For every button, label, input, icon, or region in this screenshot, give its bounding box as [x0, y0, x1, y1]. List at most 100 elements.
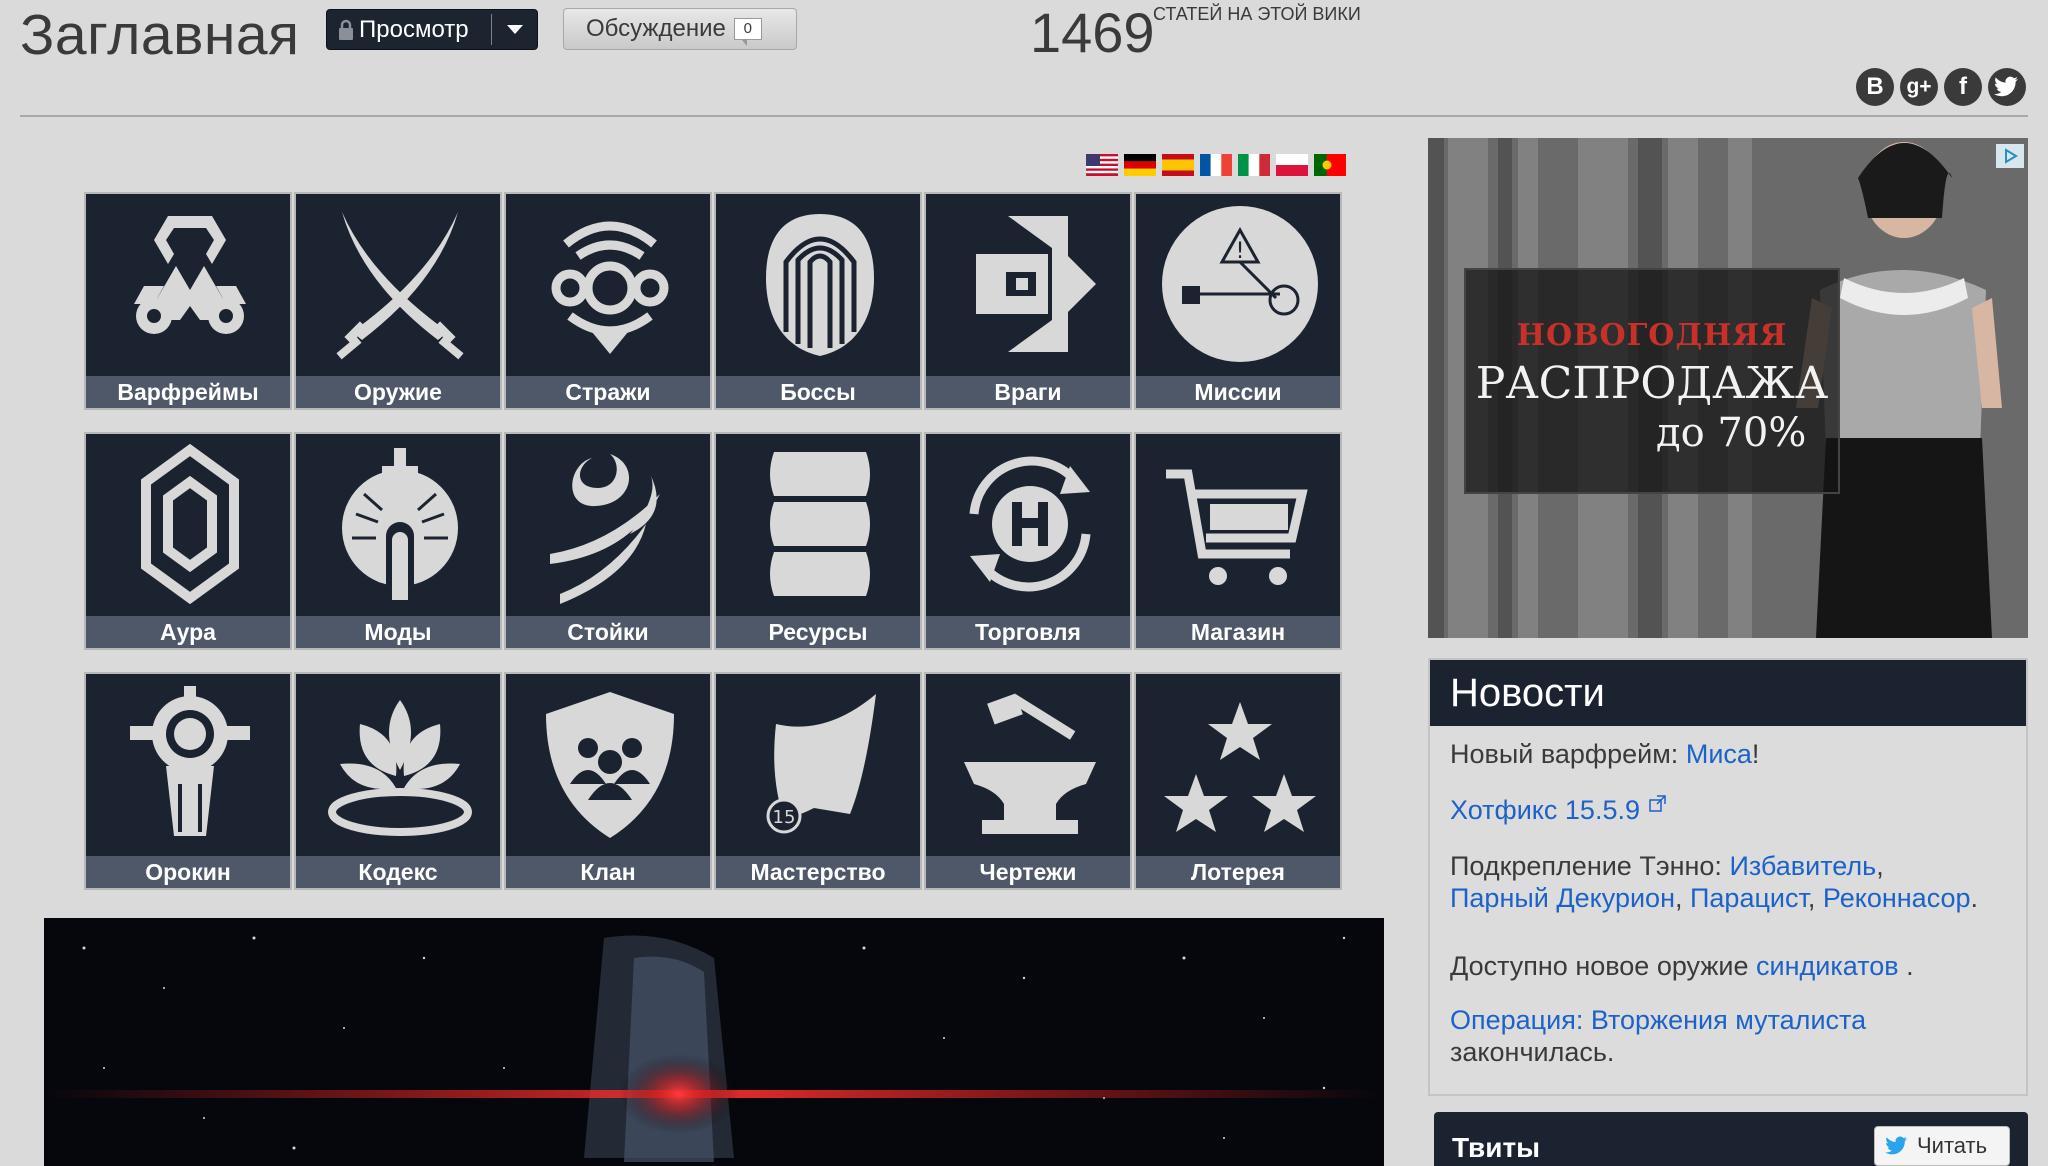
flag-pl-icon[interactable] [1276, 154, 1308, 176]
tile-label: Чертежи [926, 856, 1130, 888]
news-panel: Новости Новый варфрейм: Миса! Хотфикс 15… [1428, 658, 2028, 1096]
tile-blueprints[interactable]: Чертежи [924, 672, 1132, 890]
tile-bosses[interactable]: Боссы [714, 192, 922, 410]
anvil-hammer-icon [964, 693, 1096, 834]
mission-globe-icon: ! [1162, 206, 1318, 362]
tile-mods[interactable]: Моды [294, 432, 502, 650]
flag-us-icon[interactable] [1086, 154, 1118, 176]
mastery-icon: 15 [766, 694, 876, 834]
tile-label: Орокин [86, 856, 290, 888]
news-link[interactable]: Парный Декурион [1450, 883, 1675, 913]
tile-trading[interactable]: Торговля [924, 432, 1132, 650]
flag-de-icon[interactable] [1124, 154, 1156, 176]
news-text: Доступно новое оружие [1450, 951, 1757, 981]
talk-button[interactable]: Обсуждение 0 [563, 8, 797, 50]
flag-pt-icon[interactable] [1314, 154, 1346, 176]
tile-resources[interactable]: Ресурсы [714, 432, 922, 650]
tile-orokin[interactable]: Орокин [84, 672, 292, 890]
google-plus-icon[interactable]: g+ [1900, 68, 1938, 106]
ad-discount: до 70% [1656, 410, 1807, 456]
tweets-panel: Твиты Читать [1434, 1112, 2028, 1166]
tile-label: Магазин [1136, 616, 1340, 648]
mod-icon [342, 448, 458, 600]
shopping-cart-icon [1166, 469, 1308, 585]
orokin-icon [130, 686, 250, 836]
twitter-bird-icon [1885, 1136, 1907, 1155]
follow-button[interactable]: Читать [1874, 1126, 2010, 1166]
tile-label: Оружие [296, 376, 500, 408]
flag-it-icon[interactable] [1238, 154, 1270, 176]
news-link[interactable]: Избавитель [1729, 851, 1876, 881]
facebook-icon[interactable]: f [1944, 68, 1982, 106]
tile-clan[interactable]: Клан [504, 672, 712, 890]
trade-cycle-icon [969, 456, 1091, 592]
news-text: Новый варфрейм: [1450, 739, 1686, 769]
tile-weapons[interactable]: Оружие [294, 192, 502, 410]
tile-codex[interactable]: Кодекс [294, 672, 502, 890]
warframe-icon [134, 216, 246, 334]
crossed-swords-icon [336, 212, 464, 360]
talk-button-label: Обсуждение [586, 15, 726, 42]
tile-label: Миссии [1136, 376, 1340, 408]
advertisement-banner[interactable]: НОВОГОДНЯЯ РАСПРОДАЖА до 70% [1428, 138, 2028, 638]
chevron-down-icon[interactable] [507, 25, 523, 34]
news-link[interactable]: синдикатов [1756, 951, 1899, 981]
articles-label: СТАТЕЙ НА ЭТОЙ ВИКИ [1153, 4, 1361, 24]
tile-lottery[interactable]: Лотерея [1134, 672, 1342, 890]
follow-button-label: Читать [1917, 1133, 1988, 1158]
news-link[interactable]: Парацист [1690, 883, 1808, 913]
news-text: Подкрепление Тэнно: [1450, 851, 1730, 881]
talk-count-badge: 0 [733, 18, 762, 46]
tile-label: Стражи [506, 376, 710, 408]
news-item: Доступно новое оружие синдикатов . [1450, 950, 1914, 982]
header-divider [20, 115, 2028, 117]
stance-icon [550, 454, 660, 604]
view-button-label: Просмотр [359, 15, 469, 43]
featured-banner-image[interactable] [44, 918, 1384, 1166]
tile-missions[interactable]: ! Миссии [1134, 192, 1342, 410]
news-text: ! [1751, 739, 1760, 769]
twitter-icon[interactable] [1988, 68, 2026, 106]
clan-shield-icon [546, 692, 674, 838]
news-title: Новости [1430, 660, 2026, 726]
news-item: Подкрепление Тэнно: Избавитель, Парный Д… [1450, 851, 1979, 913]
news-link[interactable]: Реконнасор [1823, 883, 1971, 913]
tile-sentinels[interactable]: Стражи [504, 192, 712, 410]
flag-es-icon[interactable] [1162, 154, 1194, 176]
ad-headline: НОВОГОДНЯЯ [1516, 318, 1788, 353]
aura-crystal-icon [141, 444, 239, 604]
view-button[interactable]: Просмотр [326, 9, 538, 50]
boss-mask-icon [766, 214, 874, 356]
tile-label: Мастерство [716, 856, 920, 888]
flag-fr-icon[interactable] [1200, 154, 1232, 176]
news-link[interactable]: Хотфикс 15.5.9 [1450, 795, 1640, 825]
vk-icon[interactable]: B [1856, 68, 1894, 106]
sentinel-icon [551, 221, 669, 354]
tile-mastery[interactable]: 15 Мастерство [714, 672, 922, 890]
news-item: Хотфикс 15.5.9 [1450, 794, 1668, 826]
button-divider [491, 14, 492, 45]
space-scene-image [44, 918, 1384, 1166]
tile-enemies[interactable]: Враги [924, 192, 1132, 410]
external-link-icon [1648, 795, 1666, 812]
ad-choices-icon[interactable] [1996, 144, 2024, 168]
news-link[interactable]: Операция: Вторжения муталиста [1450, 1005, 1866, 1035]
tile-label: Боссы [716, 376, 920, 408]
tile-stances[interactable]: Стойки [504, 432, 712, 650]
news-link[interactable]: Миса [1686, 739, 1752, 769]
tile-label: Кодекс [296, 856, 500, 888]
tweets-title: Твиты [1452, 1132, 1541, 1163]
news-item: Операция: Вторжения муталиста закончилас… [1450, 1004, 1866, 1068]
enemy-icon [976, 216, 1096, 352]
svg-text:15: 15 [773, 807, 796, 828]
page-title: Заглавная [20, 3, 300, 67]
articles-count: 1469 [1030, 1, 1155, 64]
news-item: Новый варфрейм: Миса! [1450, 738, 1759, 770]
tile-label: Торговля [926, 616, 1130, 648]
tile-label: Моды [296, 616, 500, 648]
tile-label: Аура [86, 616, 290, 648]
tile-aura[interactable]: Аура [84, 432, 292, 650]
tile-warframes[interactable]: Варфреймы [84, 192, 292, 410]
tile-market[interactable]: Магазин [1134, 432, 1342, 650]
resource-barrel-icon [770, 452, 870, 596]
